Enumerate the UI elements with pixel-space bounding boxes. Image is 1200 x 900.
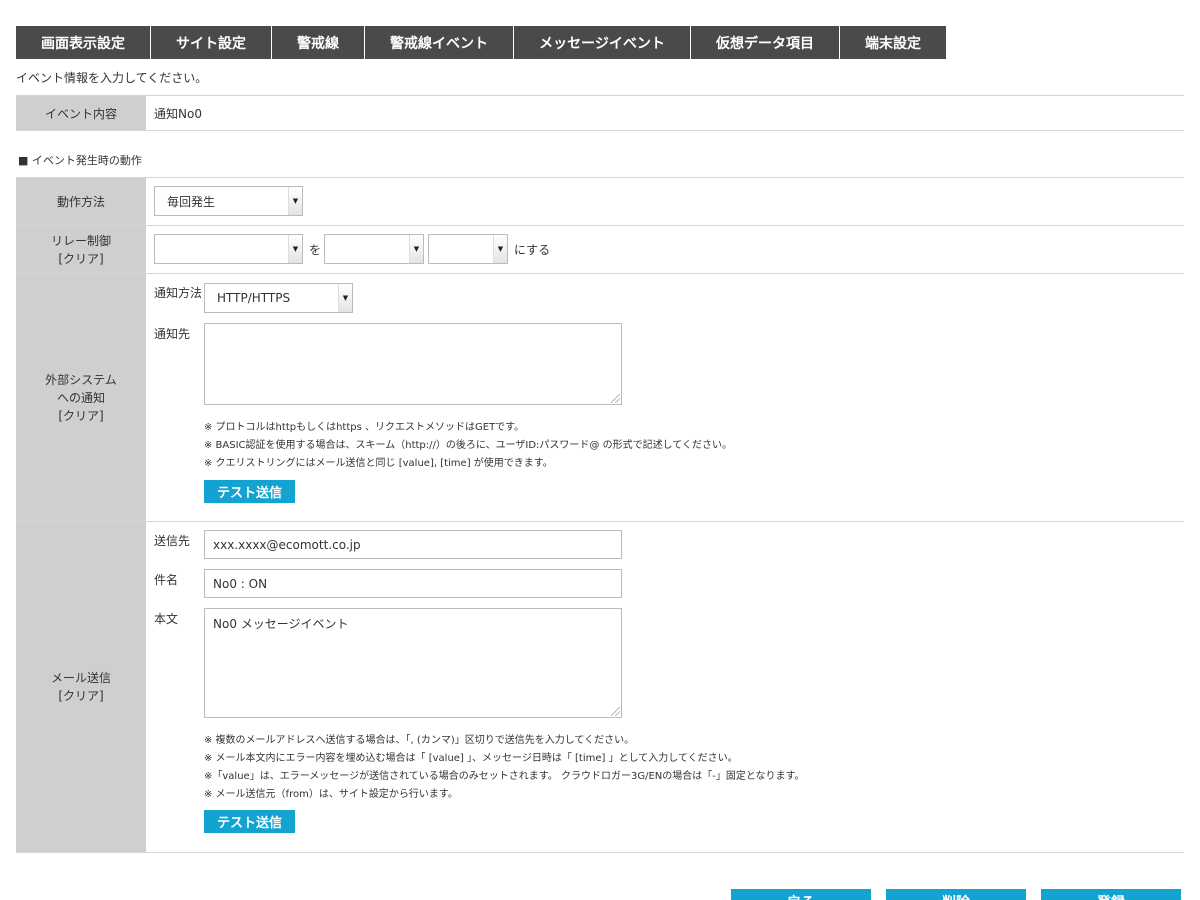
relay-suffix: にする: [514, 243, 551, 257]
event-content-row: イベント内容 通知No0: [16, 96, 1184, 130]
external-note: ※ プロトコルはhttpもしくはhttps 、リクエストメソッドはGETです。: [204, 422, 525, 433]
mail-note: ※ 複数のメールアドレスへ送信する場合は、「, (カンマ)」区切りで送信先を入力…: [204, 735, 635, 746]
divider: [16, 225, 1184, 226]
tab-virtual-data-item[interactable]: 仮想データ項目: [691, 26, 840, 59]
register-button[interactable]: 登録: [1041, 889, 1181, 900]
mail-body-label: 本文: [154, 612, 179, 626]
mail-subject-value: No0 : ON: [213, 576, 268, 591]
divider: [16, 521, 1184, 522]
divider: [16, 177, 1184, 178]
operation-select-value: 毎回発生: [167, 194, 216, 209]
notify-method-label: 通知方法: [154, 286, 203, 300]
relay-select-3[interactable]: ▼: [428, 234, 508, 264]
back-button[interactable]: 戻る: [731, 889, 871, 900]
mail-to-input[interactable]: xxx.xxxx@ecomott.co.jp: [204, 530, 622, 559]
operation-label-text: 動作方法: [56, 194, 105, 209]
divider: [16, 130, 1184, 131]
mail-note: ※ メール送信元（from）は、サイト設定から行います。: [204, 789, 458, 800]
mail-label-text: メール送信: [50, 671, 111, 685]
notify-method-value: HTTP/HTTPS: [217, 291, 291, 305]
mail-to-label: 送信先: [154, 534, 191, 548]
chevron-down-icon: ▼: [493, 235, 507, 263]
tab-site-settings[interactable]: サイト設定: [151, 26, 272, 59]
operation-select[interactable]: 毎回発生 ▼: [154, 186, 303, 216]
mail-note: ※ メール本文内にエラー内容を埋め込む場合は「 [value] 」、メッセージ日…: [204, 753, 738, 764]
relay-clear-link[interactable]: [クリア]: [58, 250, 103, 268]
chevron-down-icon: ▼: [288, 235, 302, 263]
intro-text: イベント情報を入力してください。: [16, 71, 208, 85]
section-title: ■ イベント発生時の動作: [18, 154, 142, 167]
mail-clear-link[interactable]: [クリア]: [58, 687, 103, 705]
relay-select-2[interactable]: ▼: [324, 234, 424, 264]
mail-subject-input[interactable]: No0 : ON: [204, 569, 622, 598]
external-label-line1: 外部システム: [45, 372, 117, 387]
top-nav-tabs: 画面表示設定 サイト設定 警戒線 警戒線イベント メッセージイベント 仮想データ…: [16, 26, 946, 59]
relay-label-text: リレー制御: [50, 233, 111, 248]
mail-body-value: No0 メッセージイベント: [213, 617, 349, 631]
event-content-label: イベント内容: [16, 96, 146, 130]
external-note: ※ クエリストリングにはメール送信と同じ [value], [time] が使用…: [204, 458, 553, 469]
event-content-value: 通知No0: [154, 106, 202, 121]
notify-dest-label: 通知先: [154, 327, 191, 341]
external-label: 外部システム への通知 [クリア]: [16, 274, 146, 521]
tab-display-settings[interactable]: 画面表示設定: [16, 26, 151, 59]
resize-handle-icon[interactable]: [611, 707, 620, 716]
chevron-down-icon: ▼: [338, 284, 352, 312]
tab-warning-line[interactable]: 警戒線: [272, 26, 365, 59]
delete-button[interactable]: 削除: [886, 889, 1026, 900]
mail-subject-label: 件名: [154, 573, 179, 587]
chevron-down-icon: ▼: [288, 187, 302, 215]
external-test-send-button[interactable]: テスト送信: [204, 480, 295, 503]
notify-dest-textarea[interactable]: [204, 323, 622, 405]
chevron-down-icon: ▼: [409, 235, 423, 263]
mail-note: ※「value」は、エラーメッセージが送信されている場合のみセットされます。 ク…: [204, 771, 805, 782]
tab-message-event[interactable]: メッセージイベント: [514, 26, 691, 59]
notify-method-select[interactable]: HTTP/HTTPS ▼: [204, 283, 353, 313]
mail-to-value: xxx.xxxx@ecomott.co.jp: [213, 537, 361, 552]
operation-label: 動作方法: [16, 178, 146, 225]
divider: [16, 273, 1184, 274]
relay-select-1[interactable]: ▼: [154, 234, 303, 264]
tab-terminal-settings[interactable]: 端末設定: [840, 26, 946, 59]
external-label-line2: への通知: [56, 390, 105, 405]
relay-connector: を: [309, 243, 322, 257]
relay-label: リレー制御 [クリア]: [16, 226, 146, 273]
resize-handle-icon[interactable]: [611, 394, 620, 403]
mail-test-send-button[interactable]: テスト送信: [204, 810, 295, 833]
external-clear-link[interactable]: [クリア]: [58, 407, 103, 425]
divider: [16, 852, 1184, 853]
mail-label: メール送信 [クリア]: [16, 522, 146, 852]
external-note: ※ BASIC認証を使用する場合は、スキーム（http://）の後ろに、ユーザI…: [204, 440, 732, 451]
tab-warning-line-event[interactable]: 警戒線イベント: [365, 26, 514, 59]
mail-body-textarea[interactable]: No0 メッセージイベント: [204, 608, 622, 718]
